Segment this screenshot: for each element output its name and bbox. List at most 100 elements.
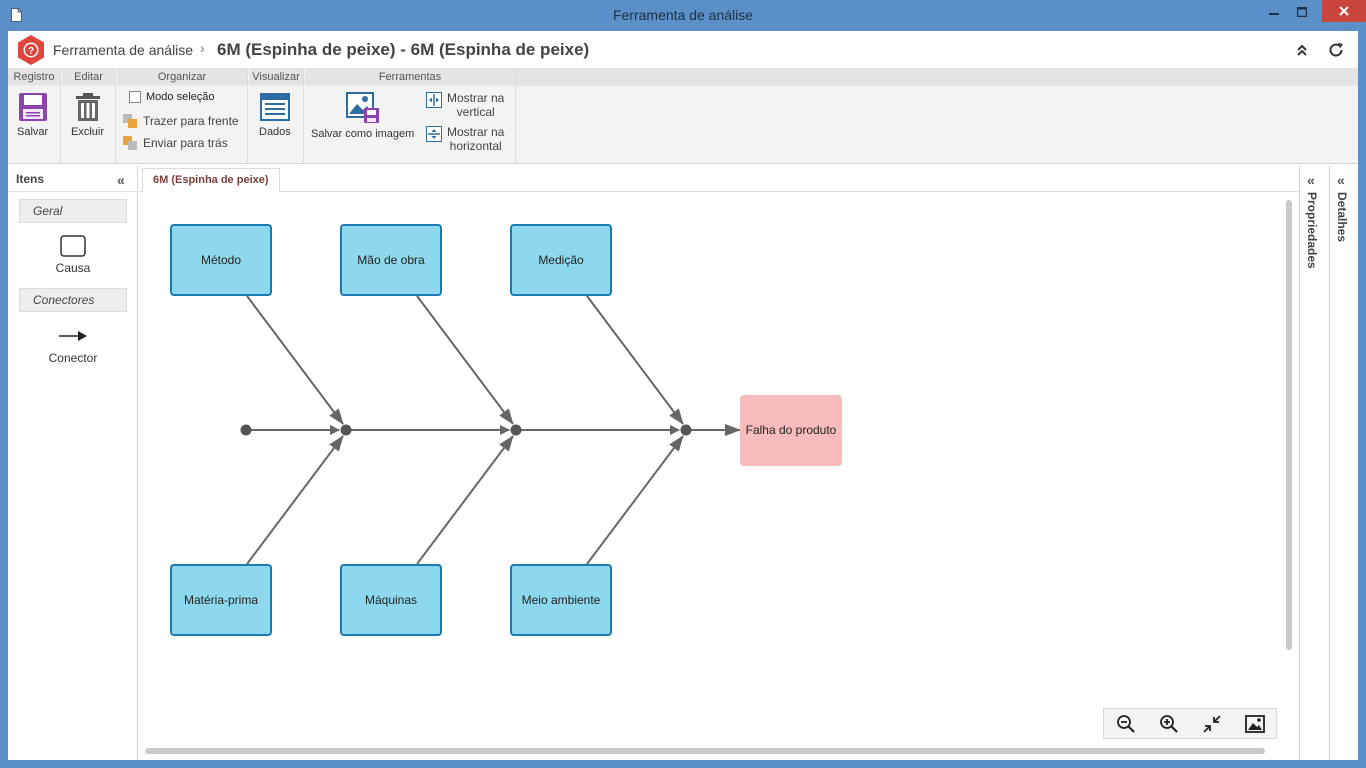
image-icon (1244, 714, 1265, 733)
bring-to-front-button[interactable]: Trazer para frente (122, 113, 239, 129)
vertical-layout-icon (426, 92, 442, 108)
bone-connector[interactable] (586, 295, 684, 425)
window-title: Ferramenta de análise (612, 7, 754, 23)
fishbone-diagram[interactable]: Método Mão de obra Medição Matéria-prima… (139, 168, 1299, 760)
zoom-out-button[interactable] (1114, 712, 1138, 736)
maximize-icon (1297, 7, 1307, 17)
bone-connector[interactable] (246, 295, 344, 425)
refresh-button[interactable] (1326, 40, 1346, 60)
app-frame: ? Ferramenta de análise › 6M (Espinha de… (8, 31, 1358, 760)
minimize-button[interactable] (1260, 0, 1288, 24)
horizontal-layout-icon (426, 126, 442, 142)
cause-label: Mão de obra (357, 253, 425, 267)
data-table-icon (259, 93, 290, 121)
delete-label: Excluir (71, 126, 105, 138)
save-label: Salvar (17, 126, 49, 138)
expand-properties-icon[interactable]: « (1307, 172, 1315, 188)
cause-box[interactable]: Meio ambiente (510, 564, 612, 636)
junction-dot[interactable] (340, 424, 352, 436)
close-button[interactable] (1322, 0, 1366, 22)
details-panel-label: Detalhes (1335, 192, 1349, 243)
fit-to-screen-button[interactable] (1200, 712, 1224, 736)
window-titlebar: Ferramenta de análise (0, 0, 1366, 31)
save-button[interactable]: Salvar (17, 92, 48, 138)
arrow-connector-icon (59, 331, 87, 341)
double-chevron-up-icon (1297, 44, 1307, 56)
page-title: 6M (Espinha de peixe) - 6M (Espinha de p… (217, 40, 590, 59)
section-conectores[interactable]: Conectores (19, 288, 127, 312)
collapse-header-button[interactable] (1292, 40, 1312, 60)
cause-box[interactable]: Mão de obra (340, 224, 442, 296)
bone-connector[interactable] (246, 435, 344, 565)
rectangle-shape-icon (60, 235, 86, 257)
show-vertical-label-line2: vertical (456, 105, 495, 119)
properties-panel[interactable]: « Propriedades (1299, 166, 1328, 760)
diagram-canvas-area: 6M (Espinha de peixe) Método Mão de obra… (139, 168, 1299, 760)
send-to-back-button[interactable]: Enviar para trás (122, 135, 228, 151)
cause-label: Meio ambiente (522, 593, 601, 607)
close-icon (1339, 6, 1349, 16)
collapse-left-icon[interactable]: « (117, 172, 125, 188)
ribbon-group-title: Ferramentas (305, 68, 515, 86)
bring-to-front-label: Trazer para frente (143, 114, 239, 128)
show-vertical-label-line1: Mostrar na (447, 91, 505, 105)
palette-item-label: Conector (48, 351, 98, 365)
ribbon-group-title: Editar (62, 68, 115, 86)
properties-panel-label: Propriedades (1305, 192, 1319, 269)
cause-box[interactable]: Método (170, 224, 272, 296)
bone-connector[interactable] (416, 295, 514, 425)
items-panel-header: Itens « (8, 166, 137, 192)
show-horizontal-label-line2: horizontal (449, 139, 502, 153)
items-panel: Itens « Geral Causa Conectores Conector (8, 166, 138, 760)
collapse-arrows-icon (1202, 714, 1221, 733)
breadcrumb-app-name[interactable]: Ferramenta de análise (53, 42, 193, 58)
ribbon-group-title: Registro (8, 68, 60, 86)
svg-text:?: ? (28, 46, 34, 57)
items-panel-title: Itens (16, 172, 45, 186)
trash-icon (75, 93, 100, 121)
app-header: ? Ferramenta de análise › 6M (Espinha de… (8, 31, 1358, 68)
effect-box[interactable]: Falha do produto (740, 395, 842, 466)
cause-label: Método (201, 253, 241, 267)
zoom-in-button[interactable] (1157, 712, 1181, 736)
bone-connector[interactable] (416, 435, 514, 565)
ribbon-toolbar: Registro Salvar Editar Excluir Organizar… (8, 68, 1358, 164)
ribbon-group-editar: Editar Excluir (62, 68, 116, 163)
junction-dot[interactable] (680, 424, 692, 436)
cause-box[interactable]: Máquinas (340, 564, 442, 636)
save-as-image-button[interactable]: Salvar como imagem (311, 92, 414, 140)
selection-mode-checkbox[interactable]: Modo seleção (129, 91, 215, 103)
cause-box[interactable]: Matéria-prima (170, 564, 272, 636)
refresh-icon (1329, 43, 1343, 57)
junction-dot[interactable] (510, 424, 522, 436)
show-vertical-button[interactable]: Mostrar na vertical (426, 91, 504, 119)
section-geral[interactable]: Geral (19, 199, 127, 223)
ribbon-filler (516, 68, 1358, 86)
zoom-in-icon (1159, 714, 1178, 733)
effect-label: Falha do produto (746, 423, 837, 437)
floppy-disk-icon (18, 93, 47, 121)
spine-start-dot[interactable] (240, 424, 252, 436)
cause-box[interactable]: Medição (510, 224, 612, 296)
ribbon-group-registro: Registro Salvar (8, 68, 61, 163)
palette-item-conector[interactable]: Conector (19, 330, 127, 365)
zoom-toolbar (1103, 708, 1277, 739)
ribbon-group-title: Visualizar (249, 68, 303, 86)
data-button[interactable]: Dados (259, 92, 291, 138)
expand-details-icon[interactable]: « (1337, 172, 1345, 188)
send-to-back-label: Enviar para trás (143, 136, 228, 150)
maximize-button[interactable] (1288, 0, 1316, 24)
ribbon-group-organizar: Organizar Modo seleção Trazer para frent… (117, 68, 248, 163)
details-panel[interactable]: « Detalhes (1329, 166, 1358, 760)
vertical-scrollbar[interactable] (1286, 200, 1292, 650)
bone-connector[interactable] (586, 435, 684, 565)
horizontal-scrollbar[interactable] (145, 748, 1265, 754)
save-as-image-label: Salvar como imagem (311, 128, 415, 140)
cause-label: Máquinas (365, 593, 417, 607)
checkbox-icon[interactable] (129, 91, 141, 103)
delete-button[interactable]: Excluir (71, 92, 104, 138)
palette-item-causa[interactable]: Causa (19, 235, 127, 275)
show-horizontal-button[interactable]: Mostrar na horizontal (426, 125, 504, 153)
ribbon-group-ferramentas: Ferramentas Salvar como imagem Mostrar n… (305, 68, 516, 163)
export-image-button[interactable] (1243, 712, 1267, 736)
